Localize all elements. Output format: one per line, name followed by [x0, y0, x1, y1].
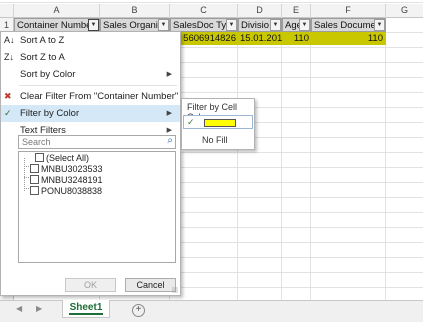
sort-a-to-z-item[interactable]: A↓ Sort A to Z [1, 32, 180, 49]
column-header-g[interactable]: G [386, 4, 423, 18]
tree-connector [24, 158, 25, 191]
scroll-tabs-right-icon[interactable]: ▶ [36, 304, 42, 313]
column-header-d[interactable]: D [238, 4, 282, 18]
checkbox[interactable] [35, 153, 44, 162]
sort-by-color-item[interactable]: Sort by Color ▶ [1, 66, 180, 83]
clear-filter-item[interactable]: ✖ Clear Filter From "Container Number" [1, 88, 180, 105]
submenu-arrow-icon: ▶ [166, 110, 172, 117]
search-icon: ⌕ [167, 135, 173, 146]
column-header-b[interactable]: B [100, 4, 170, 18]
filter-dropdown-age[interactable]: ▼ [299, 19, 310, 31]
filter-value-list[interactable]: (Select All) MNBU3023533 MNBU3248191 PON… [18, 151, 176, 263]
menu-separator [19, 85, 177, 86]
list-item[interactable]: PONU8038838 [30, 186, 102, 197]
resize-grip-icon[interactable] [172, 287, 178, 293]
sort-descending-icon: Z↓ [4, 52, 14, 62]
filter-dropdown-sales-document[interactable]: ▼ [374, 19, 385, 31]
sheet-tab-bar: ◀ ▶ Sheet1 + [0, 300, 423, 322]
clear-filter-icon: ✖ [4, 91, 12, 101]
color-swatch [204, 119, 236, 127]
cell-color-option-yellow[interactable]: ✓ [183, 115, 253, 129]
check-icon: ✓ [187, 117, 195, 127]
list-item[interactable]: MNBU3023533 [30, 164, 103, 175]
filter-by-color-submenu: Filter by Cell Color ✓ No Fill [181, 98, 255, 150]
cell-e2[interactable]: 110 [282, 32, 311, 45]
sheet-tab-sheet1[interactable]: Sheet1 [62, 300, 110, 318]
column-header-e[interactable]: E [282, 4, 311, 18]
check-icon: ✓ [4, 108, 12, 118]
filter-dropdown-container-number[interactable]: ▼ [88, 19, 99, 31]
filter-search-input[interactable]: Search ⌕ [18, 135, 176, 149]
filter-dropdown-salesdoc-type[interactable]: ▼ [226, 19, 237, 31]
checkbox[interactable] [30, 175, 39, 184]
cancel-button[interactable]: Cancel [125, 278, 176, 292]
column-header-a[interactable]: A [14, 4, 100, 18]
sort-z-to-a-item[interactable]: Z↓ Sort Z to A [1, 49, 180, 66]
column-header-f[interactable]: F [311, 4, 386, 18]
checkbox[interactable] [30, 164, 39, 173]
filter-dropdown-sales-organization[interactable]: ▼ [158, 19, 169, 31]
autofilter-menu: A↓ Sort A to Z Z↓ Sort Z to A Sort by Co… [0, 31, 181, 296]
checkbox[interactable] [30, 186, 39, 195]
filter-dropdown-division[interactable]: ▼ [270, 19, 281, 31]
scroll-tabs-left-icon[interactable]: ◀ [16, 304, 22, 313]
sort-ascending-icon: A↓ [4, 35, 15, 45]
select-all-corner[interactable] [0, 4, 14, 18]
cell-f2[interactable]: 110 [311, 32, 386, 45]
column-header-c[interactable]: C [170, 4, 238, 18]
list-item[interactable]: MNBU3248191 [30, 175, 103, 186]
no-fill-option[interactable]: No Fill [202, 135, 228, 145]
row-header-1[interactable]: 1 [0, 18, 14, 32]
filter-by-color-item[interactable]: ✓ Filter by Color ▶ [1, 105, 180, 122]
submenu-arrow-icon: ▶ [166, 71, 172, 78]
add-sheet-icon[interactable]: + [132, 304, 145, 317]
list-item-select-all[interactable]: (Select All) [35, 153, 89, 164]
cell-d2[interactable]: 15.01.2018 [238, 32, 282, 45]
ok-button[interactable]: OK [65, 278, 116, 292]
